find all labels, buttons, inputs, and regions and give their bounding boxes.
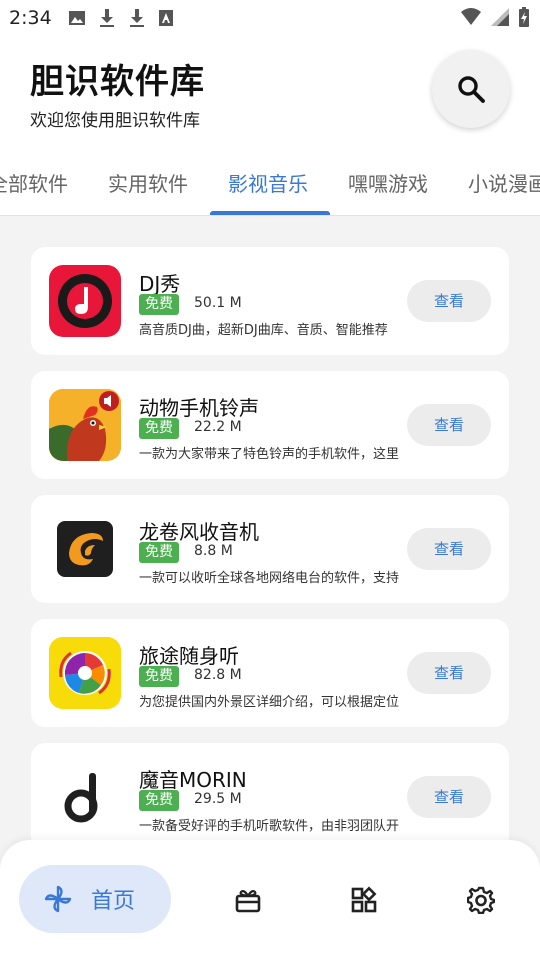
app-size: 22.2 M	[194, 419, 242, 435]
font-notification-icon	[159, 10, 173, 26]
page-title: 胆识软件库	[30, 62, 205, 102]
view-button[interactable]: 查看	[407, 280, 491, 322]
rooster-ringtone-icon	[49, 389, 121, 461]
app-description: 为您提供国内外景区详细介绍，可以根据定位	[139, 695, 400, 710]
app-name: 旅途随身听	[139, 644, 239, 668]
search-icon	[458, 76, 485, 103]
view-button[interactable]: 查看	[407, 652, 491, 694]
app-name: 动物手机铃声	[139, 396, 259, 420]
app-name: DJ秀	[139, 272, 181, 296]
view-button[interactable]: 查看	[407, 528, 491, 570]
nav-home-label: 首页	[91, 889, 136, 914]
nav-home-button[interactable]: 首页	[19, 865, 171, 933]
app-size: 50.1 M	[194, 295, 242, 311]
widgets-icon	[351, 886, 377, 913]
status-time: 2:34	[9, 7, 52, 29]
status-bar: 2:34	[0, 0, 540, 36]
dj-show-icon	[49, 265, 121, 337]
wifi-icon	[461, 8, 481, 25]
tab-games[interactable]: 嘿嘿游戏	[348, 168, 428, 197]
travel-listen-icon	[49, 637, 121, 709]
bottom-navigation: 首页	[0, 840, 540, 960]
pinwheel-icon	[44, 885, 72, 913]
system-icons	[460, 6, 530, 28]
free-badge: 免费	[139, 418, 179, 439]
page-subtitle: 欢迎您使用胆识软件库	[30, 111, 200, 131]
nav-settings-button[interactable]	[466, 886, 496, 915]
download-icon	[130, 9, 144, 27]
download-icon	[100, 9, 114, 27]
app-name: 龙卷风收音机	[139, 520, 259, 544]
tab-video-music[interactable]: 影视音乐	[228, 168, 308, 197]
tornado-radio-icon	[49, 513, 121, 585]
view-button[interactable]: 查看	[407, 776, 491, 818]
app-name: 魔音MORIN	[139, 768, 247, 792]
notification-icons	[68, 8, 174, 28]
signal-icon	[491, 8, 509, 26]
nav-widgets-button[interactable]	[350, 886, 378, 914]
morin-music-icon	[49, 761, 121, 833]
list-item[interactable]: 龙卷风收音机 免费 8.8 M 一款可以收听全球各地网络电台的软件，支持 查看	[31, 495, 509, 603]
image-notification-icon	[69, 11, 85, 25]
app-description: 一款为大家带来了特色铃声的手机软件，这里	[139, 447, 400, 462]
list-item[interactable]: DJ秀 免费 50.1 M 高音质DJ曲，超新DJ曲库、音质、智能推荐 查看	[31, 247, 509, 355]
app-header: 胆识软件库 欢迎您使用胆识软件库	[0, 36, 540, 156]
list-item[interactable]: 动物手机铃声 免费 22.2 M 一款为大家带来了特色铃声的手机软件，这里 查看	[31, 371, 509, 479]
app-description: 一款备受好评的手机听歌软件，由非羽团队开	[139, 819, 400, 834]
app-size: 29.5 M	[194, 791, 242, 807]
list-item[interactable]: 旅途随身听 免费 82.8 M 为您提供国内外景区详细介绍，可以根据定位 查看	[31, 619, 509, 727]
app-description: 高音质DJ曲，超新DJ曲库、音质、智能推荐	[139, 323, 388, 338]
search-button[interactable]	[432, 50, 510, 128]
battery-charging-icon	[519, 7, 529, 27]
free-badge: 免费	[139, 666, 179, 687]
gift-icon	[235, 890, 261, 913]
category-tabs: 全部软件 实用软件 影视音乐 嘿嘿游戏 小说漫画	[0, 156, 540, 216]
free-badge: 免费	[139, 790, 179, 811]
app-size: 8.8 M	[194, 543, 233, 559]
tab-novels-comics[interactable]: 小说漫画	[468, 168, 540, 197]
gear-icon	[466, 886, 496, 915]
tab-all-software[interactable]: 全部软件	[0, 168, 68, 197]
free-badge: 免费	[139, 294, 179, 315]
free-badge: 免费	[139, 542, 179, 563]
app-description: 一款可以收听全球各地网络电台的软件，支持	[139, 571, 400, 586]
list-item[interactable]: 魔音MORIN 免费 29.5 M 一款备受好评的手机听歌软件，由非羽团队开 查…	[31, 743, 509, 851]
nav-gift-button[interactable]	[234, 886, 262, 914]
view-button[interactable]: 查看	[407, 404, 491, 446]
app-list[interactable]: DJ秀 免费 50.1 M 高音质DJ曲，超新DJ曲库、音质、智能推荐 查看 动…	[0, 216, 540, 856]
app-size: 82.8 M	[194, 667, 242, 683]
tab-utility-software[interactable]: 实用软件	[108, 168, 188, 197]
